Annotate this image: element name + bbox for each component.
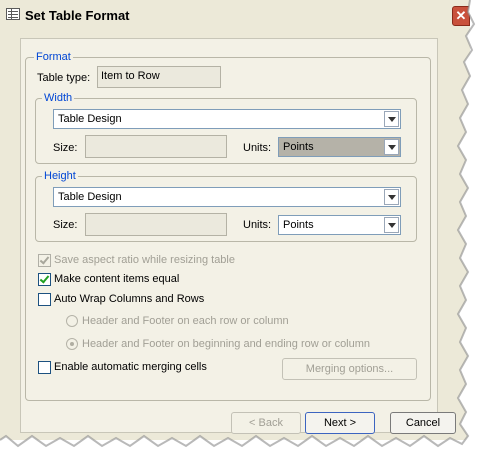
chevron-down-icon[interactable] xyxy=(384,217,399,233)
height-design-dropdown[interactable]: Table Design xyxy=(53,187,401,207)
save-aspect-label: Save aspect ratio while resizing table xyxy=(54,254,235,266)
title-bar: Set Table Format ✕ xyxy=(0,0,470,30)
table-type-label: Table type: xyxy=(37,72,91,84)
width-units-dropdown[interactable]: Points xyxy=(278,137,401,157)
save-aspect-checkbox xyxy=(38,254,51,267)
auto-wrap-label[interactable]: Auto Wrap Columns and Rows xyxy=(54,292,204,306)
height-size-label: Size: xyxy=(53,219,78,231)
width-legend: Width xyxy=(42,92,75,105)
header-footer-each-label: Header and Footer on each row or column xyxy=(82,315,289,327)
height-design-value: Table Design xyxy=(58,191,122,203)
chevron-down-icon[interactable] xyxy=(384,111,399,127)
width-size-input xyxy=(85,135,227,158)
auto-merge-checkbox[interactable] xyxy=(38,361,51,374)
back-button: < Back xyxy=(231,412,301,434)
chevron-down-icon[interactable] xyxy=(384,139,399,155)
make-equal-checkbox[interactable] xyxy=(38,273,51,286)
next-button[interactable]: Next > xyxy=(305,412,375,434)
dialog-content-panel: Format Table type: Item to Row Width Tab… xyxy=(20,38,438,433)
cancel-button[interactable]: Cancel xyxy=(390,412,456,434)
header-footer-begin-end-radio xyxy=(66,338,78,350)
format-legend: Format xyxy=(34,51,73,64)
close-button[interactable]: ✕ xyxy=(452,6,470,26)
make-equal-label[interactable]: Make content items equal xyxy=(54,272,179,286)
width-units-value: Points xyxy=(283,141,314,153)
auto-wrap-checkbox[interactable] xyxy=(38,293,51,306)
width-size-label: Size: xyxy=(53,142,78,154)
width-design-value: Table Design xyxy=(58,113,122,125)
chevron-down-icon[interactable] xyxy=(384,189,399,205)
set-table-format-dialog: Set Table Format ✕ Format Table type: It… xyxy=(0,0,470,440)
dialog-title: Set Table Format xyxy=(25,8,130,23)
height-units-label: Units: xyxy=(243,219,272,231)
header-footer-each-radio xyxy=(66,315,78,327)
table-type-value: Item to Row xyxy=(101,70,160,82)
height-legend: Height xyxy=(42,170,78,183)
height-units-value: Points xyxy=(283,219,314,231)
height-units-dropdown[interactable]: Points xyxy=(278,215,401,235)
table-type-field: Item to Row xyxy=(97,66,221,88)
height-size-input xyxy=(85,213,227,236)
merging-options-button: Merging options... xyxy=(282,358,417,380)
width-design-dropdown[interactable]: Table Design xyxy=(53,109,401,129)
table-icon xyxy=(6,8,20,20)
width-units-label: Units: xyxy=(243,142,272,154)
header-footer-begin-end-label: Header and Footer on beginning and endin… xyxy=(82,338,371,350)
auto-merge-label[interactable]: Enable automatic merging cells xyxy=(54,360,207,374)
